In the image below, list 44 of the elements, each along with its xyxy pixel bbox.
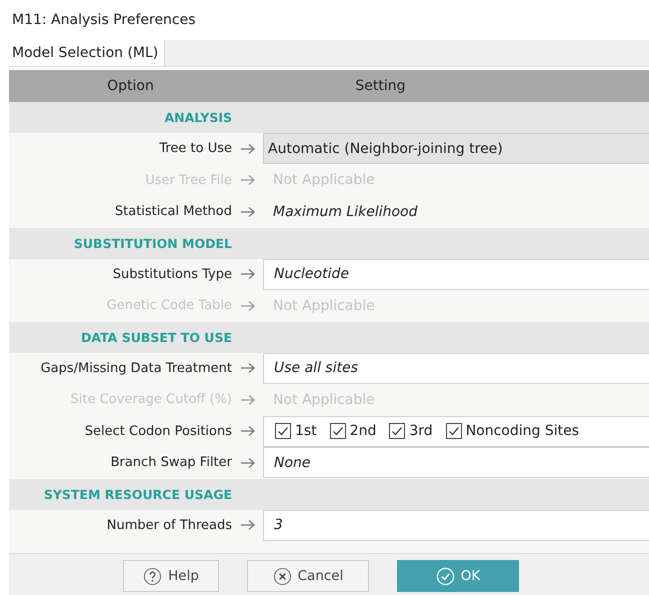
arrow-icon — [240, 362, 256, 374]
section-heading: SUBSTITUTION MODEL — [72, 236, 232, 250]
checkbox-tick-icon — [330, 423, 346, 440]
arrow-icon — [240, 519, 256, 532]
setting-value: Maximum Likelihood — [272, 204, 419, 220]
input-field[interactable]: None — [263, 447, 649, 478]
arrow-icon — [240, 300, 256, 312]
option-label: Tree to Use — [158, 141, 232, 156]
input-field[interactable]: 3 — [263, 510, 649, 541]
arrow-icon — [240, 206, 256, 218]
arrow-icon — [240, 394, 256, 406]
option-label: Number of Threads — [106, 518, 232, 533]
section-heading: ANALYSIS — [163, 110, 232, 125]
input-field[interactable]: Nucleotide — [263, 258, 649, 290]
cancel-button[interactable]: Cancel — [247, 560, 369, 592]
checkbox-tick-icon — [275, 423, 291, 440]
checkbox-tick-icon — [446, 423, 462, 440]
checkmark-icon — [436, 566, 455, 586]
arrow-icon — [240, 456, 256, 469]
section-heading: SYSTEM RESOURCE USAGE — [42, 486, 232, 502]
option-label: Select Codon Positions — [84, 424, 232, 439]
close-icon — [272, 566, 292, 586]
window-title: M11: Analysis Preferences — [11, 11, 197, 30]
arrow-icon — [240, 174, 256, 186]
checkbox[interactable]: 2nd — [330, 423, 376, 440]
dropdown[interactable]: Automatic (Neighbor-joining tree) — [263, 133, 649, 164]
help-button[interactable]: Help — [123, 560, 219, 592]
arrow-icon — [240, 142, 256, 155]
section-heading: DATA SUBSET TO USE — [80, 330, 232, 344]
option-label: Substitutions Type — [112, 266, 232, 282]
option-label: Statistical Method — [114, 204, 232, 220]
option-label: Gaps/Missing Data Treatment — [40, 360, 232, 376]
help-icon — [143, 566, 162, 586]
arrow-icon — [240, 268, 256, 280]
checkbox[interactable]: 3rd — [389, 423, 433, 440]
tab[interactable]: Model Selection (ML) — [9, 40, 166, 66]
input-field[interactable]: Use all sites — [263, 352, 649, 384]
column-header: Setting — [354, 78, 407, 94]
checkbox[interactable]: Noncoding Sites — [446, 423, 580, 440]
arrow-icon — [240, 425, 256, 438]
column-header: Option — [106, 78, 155, 94]
option-label: Branch Swap Filter — [110, 455, 232, 470]
checkbox[interactable]: 1st — [275, 423, 317, 440]
checkbox-tick-icon — [389, 423, 406, 440]
